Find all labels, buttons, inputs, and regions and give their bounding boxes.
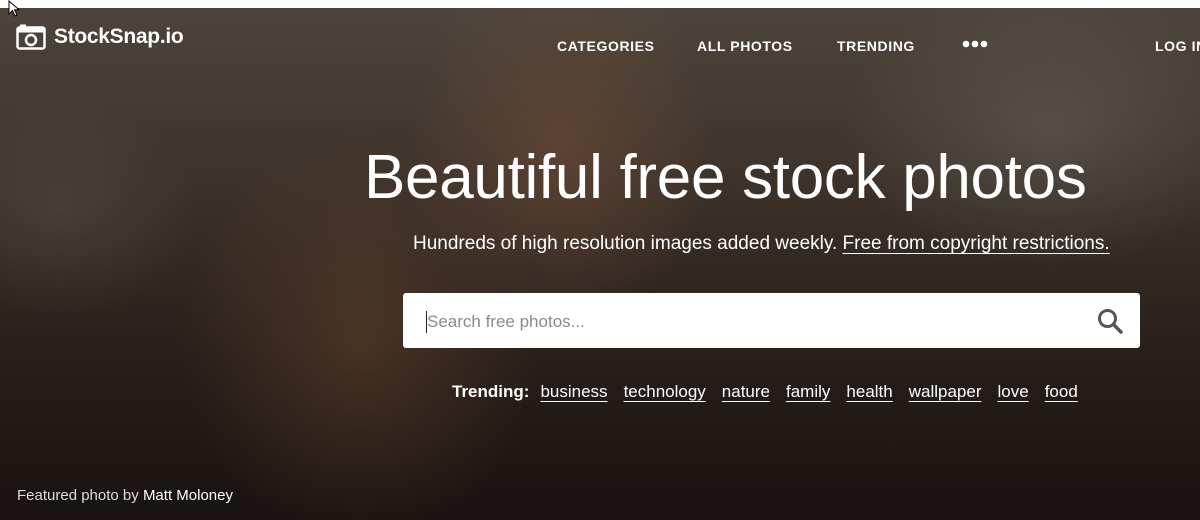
- nav-all-photos[interactable]: ALL PHOTOS: [697, 38, 793, 54]
- trending-tag[interactable]: health: [846, 382, 892, 402]
- photo-credit-prefix: Featured photo by: [17, 487, 139, 504]
- hero-subline-text: Hundreds of high resolution images added…: [413, 233, 838, 254]
- search-bar: [403, 293, 1140, 350]
- photo-author-link[interactable]: Matt Moloney: [143, 487, 233, 504]
- trending-tag[interactable]: nature: [722, 382, 770, 402]
- trending-tag[interactable]: wallpaper: [909, 382, 982, 402]
- trending-tag[interactable]: family: [786, 382, 830, 402]
- copyright-link[interactable]: Free from copyright restrictions.: [843, 233, 1110, 254]
- photo-credit: Featured photo by Matt Moloney: [17, 487, 233, 504]
- more-dots-icon[interactable]: [962, 38, 988, 50]
- search-input[interactable]: [425, 293, 1069, 350]
- mouse-cursor-icon: [8, 0, 21, 17]
- trending-tag[interactable]: technology: [624, 382, 706, 402]
- nav-trending[interactable]: TRENDING: [837, 38, 915, 54]
- hero-headline: Beautiful free stock photos: [364, 143, 1087, 212]
- browser-top-strip: [0, 0, 1200, 8]
- search-icon[interactable]: [1096, 307, 1124, 335]
- hero-subline: Hundreds of high resolution images added…: [413, 233, 1110, 255]
- text-caret: [426, 311, 427, 333]
- hero-background: [0, 8, 1200, 520]
- trending-tag[interactable]: business: [540, 382, 607, 402]
- trending-tag[interactable]: food: [1045, 382, 1078, 402]
- trending-tag[interactable]: love: [998, 382, 1029, 402]
- main-nav: CATEGORIES ALL PHOTOS TRENDING LOG IN: [0, 38, 1200, 58]
- trending-tags: Trending: business technology nature fam…: [452, 380, 1094, 404]
- nav-categories[interactable]: CATEGORIES: [557, 38, 655, 54]
- trending-label: Trending:: [452, 382, 530, 401]
- nav-login[interactable]: LOG IN: [1155, 38, 1200, 54]
